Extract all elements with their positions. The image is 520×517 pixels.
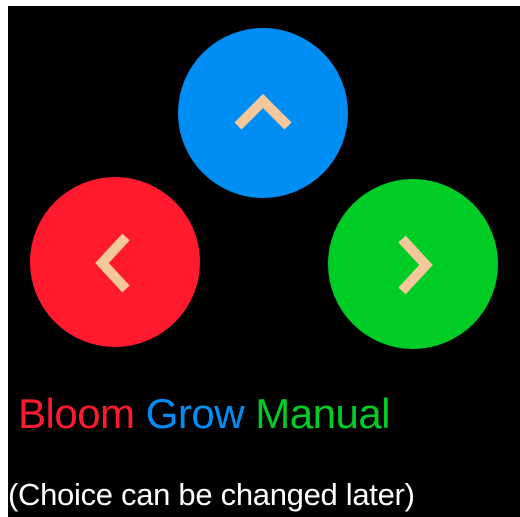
label-gap <box>244 390 255 438</box>
manual-label: Manual <box>255 390 391 437</box>
chevron-left-icon <box>30 177 200 347</box>
grow-up-button[interactable] <box>178 28 348 198</box>
chevron-right-icon <box>328 179 498 349</box>
choice-note: (Choice can be changed later) <box>8 477 415 512</box>
mode-select-screen: Bloom Grow Manual (Choice can be changed… <box>8 6 520 517</box>
bloom-label: Bloom <box>18 390 135 437</box>
mode-labels: Bloom Grow Manual <box>18 390 391 438</box>
grow-label: Grow <box>145 390 245 437</box>
manual-right-button[interactable] <box>328 179 498 349</box>
label-gap <box>135 390 146 438</box>
bloom-left-button[interactable] <box>30 177 200 347</box>
chevron-up-icon <box>178 28 348 198</box>
